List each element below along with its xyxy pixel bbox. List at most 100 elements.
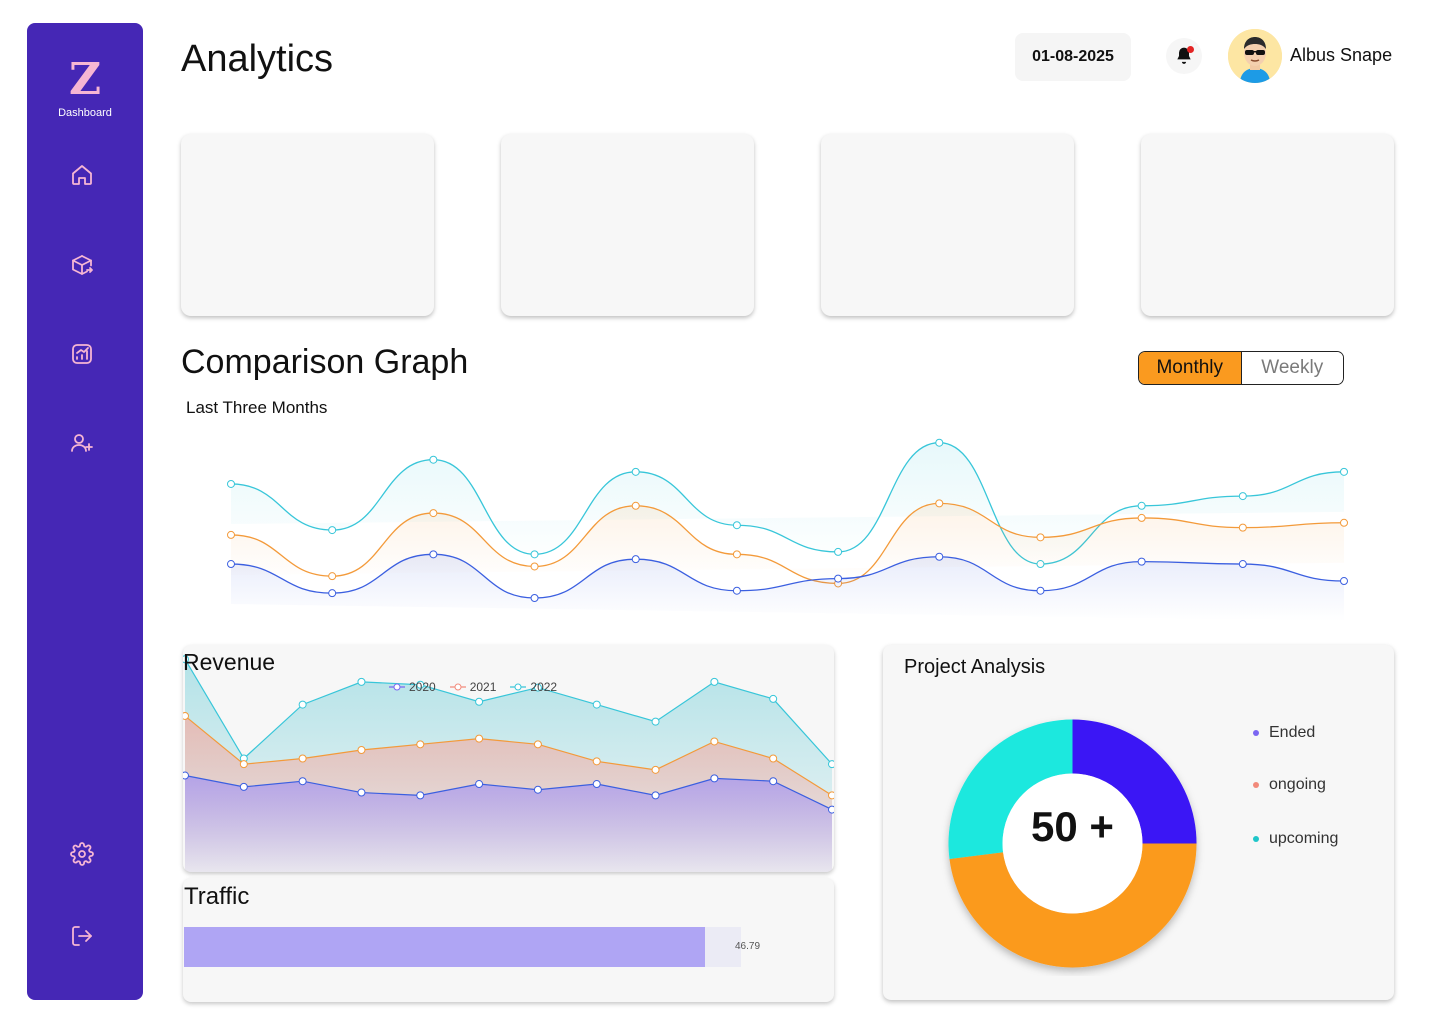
data-point[interactable] (1238, 492, 1247, 501)
data-point[interactable] (357, 788, 366, 797)
data-point[interactable] (416, 791, 425, 800)
nav-logout[interactable] (67, 921, 97, 951)
data-point[interactable] (1238, 523, 1247, 532)
legend-marker-icon (449, 683, 466, 691)
legend-item-ended[interactable]: Ended (1253, 724, 1315, 742)
data-point[interactable] (828, 760, 835, 769)
data-point[interactable] (631, 555, 640, 564)
nav-users[interactable] (67, 428, 97, 458)
data-point[interactable] (631, 467, 640, 476)
data-point[interactable] (183, 711, 189, 720)
data-point[interactable] (416, 740, 425, 749)
legend-label: 2020 (409, 680, 436, 694)
data-point[interactable] (475, 697, 484, 706)
data-point[interactable] (834, 547, 843, 556)
data-point[interactable] (592, 757, 601, 766)
data-point[interactable] (475, 780, 484, 789)
home-icon (72, 165, 92, 185)
legend-item-2020[interactable]: 2020 (389, 680, 436, 694)
nav-products[interactable] (67, 250, 97, 280)
data-point[interactable] (429, 550, 438, 559)
legend-label: 2022 (530, 680, 558, 694)
data-point[interactable] (475, 734, 484, 743)
data-point[interactable] (530, 562, 539, 571)
notification-button[interactable] (1166, 38, 1202, 74)
data-point[interactable] (298, 754, 307, 763)
avatar[interactable] (1228, 29, 1282, 83)
notification-dot (1187, 46, 1194, 53)
data-point[interactable] (710, 774, 719, 783)
data-point[interactable] (651, 765, 660, 774)
data-point[interactable] (533, 785, 542, 794)
data-point[interactable] (328, 589, 337, 598)
data-point[interactable] (1238, 560, 1247, 569)
data-point[interactable] (533, 740, 542, 749)
legend-item-2022[interactable]: 2022 (510, 680, 557, 694)
toggle-weekly[interactable]: Weekly (1241, 352, 1343, 384)
data-point[interactable] (1340, 518, 1348, 527)
data-point[interactable] (769, 777, 778, 786)
comparison-title: Comparison Graph (181, 343, 469, 381)
data-point[interactable] (592, 700, 601, 709)
series-area (231, 554, 1344, 622)
data-point[interactable] (828, 791, 835, 800)
data-point[interactable] (710, 677, 719, 686)
data-point[interactable] (227, 479, 235, 488)
data-point[interactable] (631, 501, 640, 510)
data-point[interactable] (530, 550, 539, 559)
data-point[interactable] (1340, 467, 1348, 476)
data-point[interactable] (769, 754, 778, 763)
nav-settings[interactable] (67, 839, 97, 869)
legend-dot (1253, 836, 1259, 842)
nav-analytics[interactable] (67, 339, 97, 369)
data-point[interactable] (429, 509, 438, 518)
stat-card (501, 134, 754, 316)
legend-item-upcoming[interactable]: upcoming (1253, 830, 1338, 848)
legend-item-ongoing[interactable]: ongoing (1253, 776, 1326, 794)
data-point[interactable] (1340, 577, 1348, 586)
revenue-title: Revenue (183, 649, 276, 675)
toggle-monthly[interactable]: Monthly (1139, 352, 1242, 384)
data-point[interactable] (769, 694, 778, 703)
data-point[interactable] (732, 586, 741, 595)
data-point[interactable] (357, 677, 366, 686)
logo[interactable]: Z Dashboard (27, 54, 143, 120)
data-point[interactable] (239, 760, 248, 769)
nav-home[interactable] (67, 160, 97, 190)
data-point[interactable] (357, 745, 366, 754)
data-point[interactable] (1036, 586, 1045, 595)
data-point[interactable] (1137, 557, 1146, 566)
logo-letter: Z (68, 54, 102, 105)
data-point[interactable] (935, 552, 944, 561)
data-point[interactable] (1036, 533, 1045, 542)
data-point[interactable] (328, 526, 337, 535)
data-point[interactable] (183, 771, 189, 780)
data-point[interactable] (227, 560, 235, 569)
date-picker[interactable]: 01-08-2025 (1015, 33, 1131, 81)
data-point[interactable] (651, 791, 660, 800)
data-point[interactable] (328, 572, 337, 581)
data-point[interactable] (935, 438, 944, 447)
data-point[interactable] (710, 737, 719, 746)
data-point[interactable] (429, 455, 438, 464)
legend-item-2021[interactable]: 2021 (449, 680, 496, 694)
data-point[interactable] (227, 530, 235, 539)
data-point[interactable] (935, 499, 944, 508)
data-point[interactable] (828, 805, 835, 814)
data-point[interactable] (530, 594, 539, 603)
data-point[interactable] (1137, 501, 1146, 510)
user-name[interactable]: Albus Snape (1290, 45, 1392, 66)
data-point[interactable] (298, 777, 307, 786)
data-point[interactable] (732, 550, 741, 559)
data-point[interactable] (1137, 513, 1146, 522)
sidebar: Z Dashboard (27, 23, 143, 1000)
data-point[interactable] (298, 700, 307, 709)
project-analysis-title: Project Analysis (904, 656, 1046, 678)
data-point[interactable] (239, 782, 248, 791)
comparison-subtitle: Last Three Months (186, 398, 328, 417)
data-point[interactable] (732, 521, 741, 530)
stat-card (1141, 134, 1394, 316)
data-point[interactable] (651, 717, 660, 726)
data-point[interactable] (592, 780, 601, 789)
data-point[interactable] (834, 574, 843, 583)
